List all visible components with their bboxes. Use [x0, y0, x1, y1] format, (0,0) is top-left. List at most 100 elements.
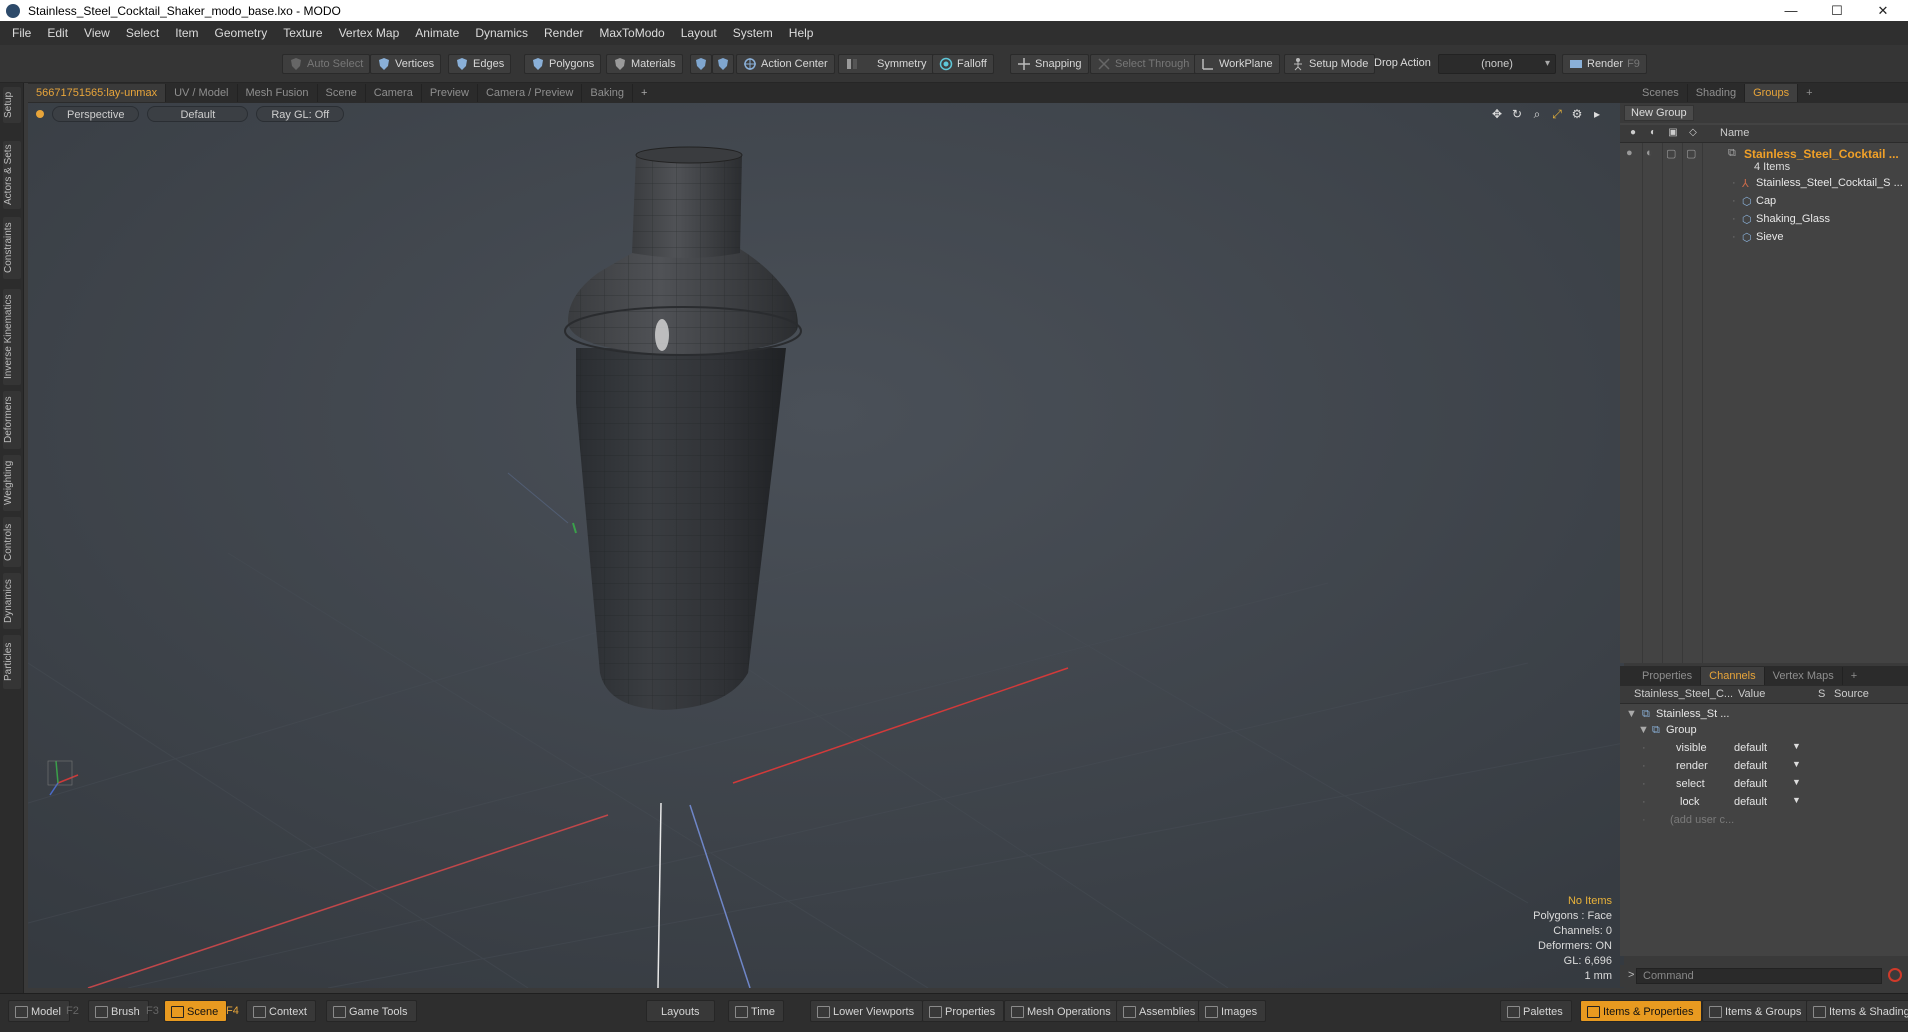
assemblies-button[interactable]: Assemblies [1116, 1000, 1205, 1022]
new-group-button[interactable]: New Group [1624, 105, 1694, 121]
channel-value[interactable]: default [1734, 742, 1767, 754]
gear-icon[interactable]: ⚙ [1570, 107, 1584, 121]
menu-system[interactable]: System [725, 21, 781, 45]
raygl-button[interactable]: Ray GL: Off [256, 106, 345, 122]
expand-arrow-icon[interactable]: ▼ [1626, 708, 1637, 720]
channel-row[interactable]: · lock default ▼ [1620, 794, 1908, 812]
tab-uv-model[interactable]: UV / Model [166, 84, 238, 102]
chevron-down-icon[interactable]: ▼ [1792, 741, 1801, 751]
render-toggle-icon[interactable]: ◐ [1646, 147, 1653, 159]
time-button[interactable]: Time [728, 1000, 785, 1022]
tab-vertex-maps[interactable]: Vertex Maps [1765, 667, 1843, 685]
menu-maxtomodo[interactable]: MaxToModo [591, 21, 672, 45]
workplane-button[interactable]: WorkPlane [1194, 54, 1280, 74]
channel-row[interactable]: · select default ▼ [1620, 776, 1908, 794]
tab-mesh-fusion[interactable]: Mesh Fusion [238, 84, 318, 102]
auto-select-button[interactable]: Auto Select [282, 54, 371, 74]
items-properties-button[interactable]: Items & Properties [1580, 1000, 1703, 1022]
menu-file[interactable]: File [4, 21, 39, 45]
chevron-down-icon[interactable]: ▼ [1792, 795, 1801, 805]
menu-edit[interactable]: Edit [39, 21, 76, 45]
menu-select[interactable]: Select [118, 21, 167, 45]
tab-weighting[interactable]: Weighting [3, 455, 21, 511]
context-button[interactable]: Context [246, 1000, 316, 1022]
command-input[interactable]: Command [1636, 968, 1882, 984]
polygons-button[interactable]: Polygons [524, 54, 602, 74]
action-center-button[interactable]: Action Center [736, 54, 835, 74]
add-panel-tab-button[interactable]: + [1843, 667, 1865, 685]
fit-icon[interactable]: ⤢ [1550, 107, 1564, 121]
rotate-icon[interactable]: ↻ [1510, 107, 1524, 121]
edges-button[interactable]: Edges [448, 54, 512, 74]
tab-preview[interactable]: Preview [422, 84, 478, 102]
tab-deformers[interactable]: Deformers [3, 391, 21, 449]
menu-view[interactable]: View [76, 21, 118, 45]
game-tools-button[interactable]: Game Tools [326, 1000, 417, 1022]
select-mode-b-button[interactable] [712, 54, 734, 74]
scene-layout-button[interactable]: Scene [164, 1000, 228, 1022]
close-button[interactable]: ✕ [1860, 0, 1906, 21]
minimize-button[interactable]: — [1768, 0, 1814, 21]
zoom-icon[interactable]: ⌕ [1530, 107, 1544, 121]
shading-mode-button[interactable]: Default [147, 106, 249, 122]
expand-arrow-icon[interactable]: ▼ [1638, 724, 1649, 736]
eye-icon[interactable]: ● [1626, 127, 1640, 141]
menu-layout[interactable]: Layout [673, 21, 725, 45]
select-toggle-icon[interactable]: ◇ [1686, 127, 1700, 141]
vertices-button[interactable]: Vertices [370, 54, 442, 74]
render-button[interactable]: Render F9 [1562, 54, 1647, 74]
tab-channels[interactable]: Channels [1701, 667, 1765, 685]
menu-render[interactable]: Render [536, 21, 591, 45]
eye-icon[interactable]: ● [1626, 147, 1633, 159]
properties-button[interactable]: Properties [922, 1000, 1005, 1022]
tab-baking[interactable]: Baking [582, 84, 634, 102]
setup-mode-button[interactable]: Setup Mode [1284, 54, 1376, 74]
tab-camera[interactable]: Camera [366, 84, 422, 102]
chevron-down-icon[interactable]: ▼ [1792, 759, 1801, 769]
group-item-row[interactable]: · ⬡ Shaking_Glass [1620, 211, 1908, 229]
group-item-row[interactable]: · ⅄ Stainless_Steel_Cocktail_S ... [1620, 175, 1908, 193]
record-macro-icon[interactable] [1888, 968, 1902, 982]
channel-row[interactable]: · render default ▼ [1620, 758, 1908, 776]
tab-lay-unmax[interactable]: 56671751565:lay-unmax [28, 84, 167, 102]
chevron-down-icon[interactable]: ▼ [1792, 777, 1801, 787]
channel-tree-group[interactable]: ▼ ⧉ Group [1620, 722, 1908, 740]
3d-viewport[interactable]: Perspective Default Ray GL: Off ✥ ↻ ⌕ ⤢ … [28, 103, 1624, 988]
add-panel-tab-button[interactable]: + [1798, 84, 1820, 102]
tab-camera-preview[interactable]: Camera / Preview [478, 84, 583, 102]
lock-icon[interactable]: ▣ [1666, 127, 1680, 141]
layouts-button[interactable]: Layouts [646, 1000, 715, 1022]
menu-vertex-map[interactable]: Vertex Map [331, 21, 408, 45]
select-through-button[interactable]: Select Through [1090, 54, 1197, 74]
items-shading-button[interactable]: Items & Shading [1806, 1000, 1908, 1022]
add-user-channel-row[interactable]: · (add user c... [1620, 812, 1908, 830]
tab-constraints[interactable]: Constraints [3, 217, 21, 279]
menu-animate[interactable]: Animate [407, 21, 467, 45]
tab-setup[interactable]: Setup [3, 87, 21, 123]
menu-texture[interactable]: Texture [275, 21, 330, 45]
tab-shading[interactable]: Shading [1688, 84, 1746, 102]
items-groups-button[interactable]: Items & Groups [1702, 1000, 1811, 1022]
select-mode-a-button[interactable] [690, 54, 712, 74]
pan-icon[interactable]: ✥ [1490, 107, 1504, 121]
tab-inverse-kinematics[interactable]: Inverse Kinematics [3, 289, 21, 385]
menu-dynamics[interactable]: Dynamics [467, 21, 536, 45]
maximize-button[interactable]: ☐ [1814, 0, 1860, 21]
model-layout-button[interactable]: Model [8, 1000, 70, 1022]
tab-controls[interactable]: Controls [3, 517, 21, 567]
materials-button[interactable]: Materials [606, 54, 683, 74]
viewport-scene[interactable] [28, 103, 1624, 988]
menu-geometry[interactable]: Geometry [207, 21, 276, 45]
tab-properties[interactable]: Properties [1634, 667, 1702, 685]
group-item-row[interactable]: · ⬡ Cap [1620, 193, 1908, 211]
tab-scene[interactable]: Scene [318, 84, 366, 102]
tab-groups[interactable]: Groups [1745, 84, 1799, 102]
drop-action-select[interactable]: (none) [1438, 54, 1556, 74]
arrow-right-icon[interactable]: ▸ [1590, 107, 1604, 121]
view-mode-button[interactable]: Perspective [52, 106, 140, 122]
images-button[interactable]: Images [1198, 1000, 1267, 1022]
menu-item[interactable]: Item [167, 21, 206, 45]
tab-scenes[interactable]: Scenes [1634, 84, 1688, 102]
render-toggle-icon[interactable]: ◐ [1646, 127, 1660, 141]
snapping-button[interactable]: Snapping [1010, 54, 1089, 74]
